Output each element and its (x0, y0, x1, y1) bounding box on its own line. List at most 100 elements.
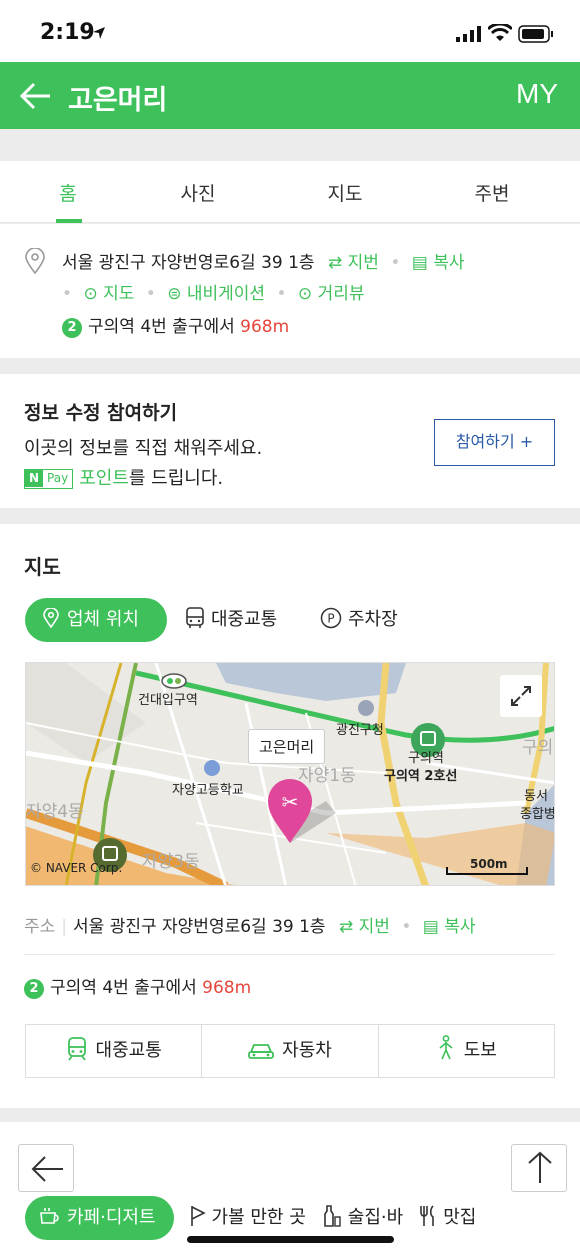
battery-icon (518, 25, 553, 43)
npay-n: N (25, 470, 44, 487)
map-jibun-label: 지번 (358, 917, 390, 937)
copy-icon: ▤ (411, 253, 428, 273)
map-view[interactable]: ✂ 건대입구역 광진구청 자양고등학교 자양1동 자양4동 자양3동 구의역 구… (25, 662, 555, 886)
car-icon (248, 1044, 275, 1059)
map-copy-link[interactable]: ▤ 복사 (423, 917, 476, 937)
chip-restaurants[interactable]: 맛집 (419, 1196, 476, 1240)
place-tabs: 홈 사진 지도 주변 (0, 161, 580, 223)
address-line: 서울 광진구 자양번영로6길 39 1층 ⇄ 지번 • ▤ 복사 (62, 253, 465, 273)
map-subway-distance: 2 구의역 4번 출구에서 968m (24, 973, 251, 999)
bottle-icon (323, 1205, 341, 1227)
tab-home[interactable]: 홈 (28, 179, 108, 206)
map-expand-button[interactable] (500, 675, 542, 717)
copy-icon: ▤ (422, 917, 439, 937)
wifi-icon (488, 24, 512, 41)
edit-reward: N Pay 포인트를 드립니다. (24, 464, 223, 490)
tab-nearby[interactable]: 주변 (452, 179, 532, 206)
subway-distance: 2 구의역 4번 출구에서 968m (62, 312, 289, 338)
join-edit-button[interactable]: 참여하기 + (434, 419, 555, 466)
map-link-label: 지도 (103, 284, 135, 304)
signal-icon (456, 26, 481, 42)
swap-icon: ⇄ (338, 917, 354, 937)
directions-walk-button[interactable]: 도보 (379, 1025, 554, 1077)
expand-icon (511, 686, 531, 706)
directions-transit-button[interactable]: 대중교통 (26, 1025, 203, 1077)
map-section-title: 지도 (24, 555, 61, 579)
browser-back-button[interactable] (18, 1144, 74, 1192)
fork-knife-icon (420, 1205, 434, 1226)
svg-text:P: P (327, 612, 334, 626)
point-text: 포인트 (79, 468, 129, 489)
map-label-area1: 자양1동 (298, 766, 356, 786)
map-scale: 500m (470, 857, 508, 871)
map-link[interactable]: ⊙ 지도 (83, 284, 134, 304)
map-address-text: 서울 광진구 자양번영로6길 39 1층 (73, 917, 326, 937)
map-label-office: 광진구청 (336, 723, 384, 738)
map-jibun-link[interactable]: ⇄ 지번 (339, 917, 390, 937)
office-marker (358, 700, 374, 716)
location-arrow-icon (93, 27, 105, 39)
left-arrow-icon (31, 1156, 63, 1182)
map-label-hospital1: 동서 (524, 789, 548, 804)
subway-line-badge: 2 (62, 318, 82, 338)
copy-label: 복사 (433, 253, 465, 273)
navigation-link[interactable]: ⊜ 내비게이션 (167, 284, 265, 304)
npay-logo: N Pay (24, 469, 74, 489)
swap-icon: ⇄ (327, 253, 343, 273)
map-copy-label: 복사 (444, 917, 476, 937)
car-small-icon: ⊜ (167, 284, 182, 304)
address-text: 서울 광진구 자양번영로6길 39 1층 (62, 253, 315, 273)
npay-pay: Pay (47, 471, 69, 485)
tab-map[interactable]: 지도 (305, 179, 385, 206)
tab-public-transit-label: 대중교통 (211, 609, 278, 630)
directions-car-button[interactable]: 자동차 (202, 1025, 379, 1077)
scissors-icon: ✂ (282, 790, 299, 814)
tab-parking-label: 주차장 (348, 609, 398, 630)
map-copyright: © NAVER Corp. (30, 861, 123, 875)
jibun-link[interactable]: ⇄ 지번 (328, 253, 379, 273)
school-marker (204, 760, 220, 776)
tab-business-location-label: 업체 위치 (67, 609, 139, 630)
chip-cafe-dessert[interactable]: 카페·디저트 (25, 1196, 174, 1240)
status-bar: 2:19 (0, 0, 580, 62)
bus-icon (186, 607, 204, 628)
map-label-school: 자양고등학교 (172, 783, 244, 798)
location-pin-icon (25, 248, 45, 274)
my-button[interactable]: MY (516, 78, 558, 110)
map-label-hospital2: 종합병 (520, 807, 555, 822)
map-label-station2b: 구의역 2호선 (384, 769, 458, 784)
address-label: 주소 (24, 917, 56, 937)
flag-icon (190, 1206, 206, 1226)
pin-outline-icon (43, 607, 59, 629)
edit-description: 이곳의 정보를 직접 채워주세요. (24, 438, 263, 459)
directions-transit-label: 대중교통 (95, 1040, 162, 1061)
coffee-cup-icon (40, 1208, 59, 1224)
tab-active-indicator (56, 219, 82, 223)
tab-photos[interactable]: 사진 (158, 179, 238, 206)
chip-attractions[interactable]: 가볼 만한 곳 (190, 1196, 306, 1240)
back-arrow-icon[interactable] (18, 80, 52, 112)
address-section: 서울 광진구 자양번영로6길 39 1층 ⇄ 지번 • ▤ 복사 • ⊙ 지도 … (0, 224, 580, 358)
tab-business-location[interactable]: 업체 위치 (25, 598, 167, 642)
page-title: 고은머리 (68, 85, 168, 116)
navigation-link-label: 내비게이션 (186, 284, 266, 304)
map-section: 지도 업체 위치 대중교통 P 주차장 ✂ 건대입구역 광진구청 자양고등학교 … (0, 524, 580, 1108)
chip-bars[interactable]: 술집·바 (322, 1196, 403, 1240)
scroll-top-button[interactable] (511, 1144, 567, 1192)
map-canvas: ✂ (26, 663, 554, 885)
map-label-station2a: 구의역 (408, 751, 444, 766)
home-indicator (187, 1236, 394, 1243)
directions-walk-label: 도보 (463, 1040, 497, 1061)
map-subway-distance-value: 968m (202, 978, 252, 998)
map-label-area3: 자양3동 (142, 852, 200, 872)
edit-info-section: 정보 수정 참여하기 이곳의 정보를 직접 채워주세요. N Pay 포인트를 드립… (0, 374, 580, 508)
tab-public-transit[interactable]: 대중교통 (185, 598, 277, 642)
tab-parking[interactable]: P 주차장 (320, 598, 398, 642)
directions-modes: 대중교통 자동차 도보 (25, 1024, 555, 1078)
chip-restaurants-label: 맛집 (443, 1207, 477, 1228)
edit-title: 정보 수정 참여하기 (24, 402, 178, 424)
chip-cafe-dessert-label: 카페·디저트 (67, 1207, 156, 1228)
copy-link[interactable]: ▤ 복사 (412, 253, 465, 273)
streetview-icon: ⊙ (297, 284, 313, 304)
streetview-link[interactable]: ⊙ 거리뷰 (298, 284, 365, 304)
